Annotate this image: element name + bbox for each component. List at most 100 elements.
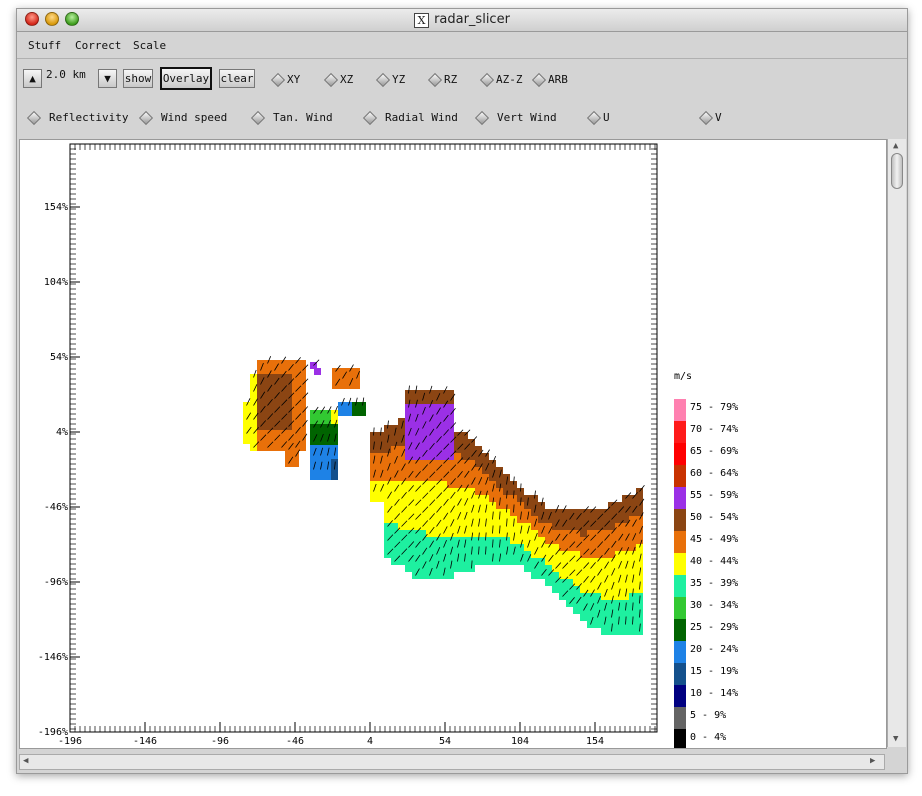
radio-icon xyxy=(531,72,547,88)
echo-cell xyxy=(250,409,257,416)
echo-cell xyxy=(552,558,559,565)
scroll-up-icon[interactable]: ▲ xyxy=(893,141,898,151)
echo-cell xyxy=(517,523,524,530)
scroll-left-icon[interactable]: ◀ xyxy=(23,756,28,766)
echo-cell xyxy=(447,572,454,579)
echo-cell xyxy=(433,418,440,425)
x-tick-label: 54 xyxy=(439,736,451,747)
legend-label: 5 - 9% xyxy=(690,710,726,721)
echo-cell xyxy=(317,445,324,452)
legend-swatch xyxy=(674,575,686,597)
y-tick-label: 54% xyxy=(50,352,68,363)
echo-cell xyxy=(405,523,412,530)
window-title: Xradar_slicer xyxy=(17,12,907,28)
echo-cell xyxy=(292,395,299,402)
radio-icon xyxy=(375,72,391,88)
echo-cell xyxy=(447,418,454,425)
echo-cell xyxy=(391,537,398,544)
echo-cell xyxy=(510,530,517,537)
echo-cell xyxy=(538,565,545,572)
echo-cell xyxy=(608,607,615,614)
legend-unit: m/s xyxy=(674,371,692,382)
echo-cell xyxy=(419,516,426,523)
echo-cell xyxy=(531,572,538,579)
echo-cell xyxy=(391,509,398,516)
echo-cell xyxy=(433,460,440,467)
echo-cell xyxy=(384,446,391,453)
echo-cell xyxy=(629,628,636,635)
vertical-scrollbar[interactable]: ▲ ▼ xyxy=(887,139,906,747)
legend-label: 20 - 24% xyxy=(690,644,738,655)
echo-cell xyxy=(552,572,559,579)
level-value: 2.0 km xyxy=(46,68,86,81)
echo-cell xyxy=(405,537,412,544)
echo-cell xyxy=(377,453,384,460)
menu-correct[interactable]: Correct xyxy=(75,39,121,52)
echo-cell xyxy=(601,600,608,607)
echo-cell xyxy=(566,523,573,530)
vertical-scroll-thumb[interactable] xyxy=(891,153,903,189)
level-up-button[interactable]: ▲ xyxy=(23,69,42,88)
legend-label: 75 - 79% xyxy=(690,402,738,413)
down-arrow-icon: ▼ xyxy=(104,72,111,85)
echo-cell xyxy=(629,502,636,509)
echo-cell xyxy=(559,516,566,523)
echo-cell xyxy=(384,502,391,509)
echo-cell xyxy=(419,474,426,481)
echo-cell xyxy=(503,488,510,495)
horizontal-scrollbar[interactable]: ◀ ▶ xyxy=(19,754,885,770)
echo-cell xyxy=(594,537,601,544)
echo-cell xyxy=(419,572,426,579)
echo-cell xyxy=(447,558,454,565)
menu-scale[interactable]: Scale xyxy=(133,39,166,52)
echo-cell xyxy=(615,614,622,621)
echo-cell xyxy=(545,537,552,544)
echo-cell xyxy=(384,544,391,551)
echo-cell xyxy=(601,544,608,551)
echo-cell xyxy=(299,360,306,367)
echo-cell xyxy=(271,402,278,409)
scroll-right-icon[interactable]: ▶ xyxy=(870,756,875,766)
echo-cell xyxy=(573,593,580,600)
echo-cell xyxy=(433,516,440,523)
plot-panel: -196 -146 -96 -46 4 54 104 154 154% 104% 54% 4% -46%… xyxy=(19,139,887,749)
echo-cell xyxy=(454,453,461,460)
echo-cell xyxy=(489,509,496,516)
echo-cell xyxy=(545,551,552,558)
echo-cell xyxy=(391,453,398,460)
echo-cell xyxy=(482,502,489,509)
y-tick-label: 154% xyxy=(44,202,68,213)
echo-cell xyxy=(510,544,517,551)
y-tick-label: -96% xyxy=(44,577,68,588)
scroll-down-icon[interactable]: ▼ xyxy=(893,734,898,744)
wind-vector xyxy=(520,483,522,492)
echo-cell xyxy=(391,425,398,432)
echo-cell xyxy=(257,444,264,451)
x-tick-label: 4 xyxy=(367,736,373,747)
clear-button[interactable]: clear xyxy=(219,69,255,88)
echo-cell xyxy=(285,374,292,381)
overlay-button[interactable]: Overlay xyxy=(160,67,212,90)
title-bar: Xradar_slicer xyxy=(17,9,907,32)
app-window: Xradar_slicer Stuff Correct Scale ▲ 2.0 … xyxy=(16,8,908,774)
show-button[interactable]: show xyxy=(123,69,153,88)
legend-swatch xyxy=(674,729,686,748)
echo-cell xyxy=(292,460,299,467)
echo-cell xyxy=(496,467,503,474)
echo-cell xyxy=(292,367,299,374)
plot-frame xyxy=(69,143,658,733)
echo-cell xyxy=(433,502,440,509)
echo-cell xyxy=(310,459,317,466)
legend-swatch xyxy=(674,509,686,531)
echo-cell xyxy=(517,509,524,516)
echo-cell xyxy=(243,423,250,430)
echo-cell xyxy=(510,516,517,523)
level-down-button[interactable]: ▼ xyxy=(98,69,117,88)
echo-cell xyxy=(391,481,398,488)
menu-stuff[interactable]: Stuff xyxy=(28,39,61,52)
echo-cell xyxy=(331,445,338,452)
echo-cell xyxy=(426,495,433,502)
radio-icon xyxy=(479,72,495,88)
echo-cell xyxy=(377,439,384,446)
echo-cell xyxy=(271,444,278,451)
